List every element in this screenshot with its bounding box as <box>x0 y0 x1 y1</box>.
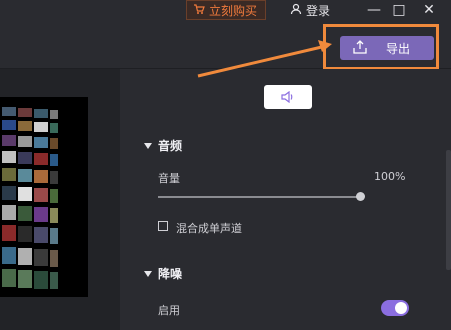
login-button[interactable]: 登录 <box>290 1 330 19</box>
volume-slider-track <box>158 196 362 198</box>
cart-icon <box>193 3 205 18</box>
denoise-enable-label: 启用 <box>158 304 180 317</box>
volume-slider-knob[interactable] <box>356 192 365 201</box>
volume-label: 音量 <box>158 172 180 185</box>
maximize-icon: □ <box>392 2 406 18</box>
toggle-knob <box>395 302 407 314</box>
login-label: 登录 <box>306 3 331 18</box>
audio-section-title: 音频 <box>158 139 183 153</box>
preview-panel <box>0 69 120 330</box>
minimize-button[interactable]: — <box>363 0 385 20</box>
speaker-icon <box>280 88 296 107</box>
close-button[interactable]: ✕ <box>418 0 440 20</box>
collapse-triangle-icon <box>144 270 152 277</box>
close-icon: ✕ <box>423 2 435 18</box>
buy-now-button[interactable]: 立刻购买 <box>186 0 266 20</box>
denoise-section-title: 降噪 <box>158 267 183 281</box>
title-bar: 立刻购买 登录 — □ ✕ <box>0 0 451 22</box>
mono-label: 混合成单声道 <box>176 222 242 235</box>
collapse-triangle-icon <box>144 142 152 149</box>
user-icon <box>290 3 302 18</box>
audio-tab-button[interactable] <box>264 85 312 109</box>
volume-value: 100% <box>374 170 406 183</box>
denoise-section-header[interactable]: 降噪 <box>144 265 182 282</box>
denoise-toggle[interactable] <box>381 300 409 316</box>
export-highlight-box <box>323 24 439 70</box>
video-preview <box>0 97 88 297</box>
buy-now-label: 立刻购买 <box>209 3 258 18</box>
scrollbar[interactable] <box>446 150 451 270</box>
minimize-icon: — <box>367 2 381 18</box>
volume-slider[interactable] <box>158 192 365 201</box>
maximize-button[interactable]: □ <box>388 0 410 20</box>
audio-section-header[interactable]: 音频 <box>144 137 182 154</box>
mono-checkbox[interactable] <box>158 221 168 231</box>
thumbnail-wall-image <box>2 107 58 289</box>
